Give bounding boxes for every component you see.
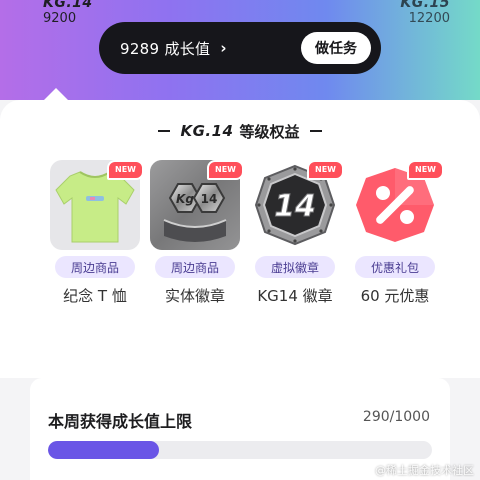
reward-item-physical-badge[interactable]: NEW Kg 14 周边商品 实体徽章 (150, 160, 244, 308)
benefits-title: KG.14 等级权益 (0, 120, 480, 142)
new-badge: NEW (107, 160, 144, 180)
reward-tag: 优惠礼包 (355, 256, 435, 278)
growth-value-text[interactable]: 9289 成长值 (120, 38, 210, 59)
chevron-right-icon[interactable]: › (220, 39, 226, 57)
reward-item-virtual-badge[interactable]: NEW 14 虚拟徽章 KG14 徽章 (250, 160, 344, 308)
svg-text:14: 14 (274, 189, 316, 224)
new-badge: NEW (307, 160, 344, 180)
weekly-limit-title: 本周获得成长值上限 (48, 412, 193, 431)
reward-tag: 虚拟徽章 (255, 256, 335, 278)
reward-label: 60 元优惠 (360, 287, 430, 305)
next-level-points: 12200 (408, 11, 450, 26)
current-level: KG.14 9200 (43, 0, 93, 25)
reward-item-tshirt[interactable]: NEW 周边商品 纪念 T 恤 (50, 160, 144, 308)
new-badge: NEW (207, 160, 244, 180)
growth-value-pill[interactable]: 9289 成长值 › 做任务 (99, 22, 381, 74)
current-level-name: KG.14 (43, 0, 93, 11)
weekly-limit-count: 290/1000 (362, 409, 430, 425)
weekly-progress-fill (48, 441, 160, 459)
watermark: @稀土掘金技术社区 (375, 464, 474, 477)
new-badge: NEW (407, 160, 444, 180)
reward-tag: 周边商品 (155, 256, 235, 278)
level-pointer-notch (43, 88, 69, 101)
next-level: KG.15 12200 (400, 0, 450, 25)
title-dash-right (309, 130, 322, 132)
reward-label: 纪念 T 恤 (63, 287, 127, 305)
title-dash-left (158, 130, 171, 132)
reward-label: KG14 徽章 (257, 287, 333, 305)
benefits-title-text: 等级权益 (239, 122, 300, 141)
reward-item-coupon[interactable]: NEW 优惠礼包 60 元优惠 (350, 160, 444, 308)
reward-tag: 周边商品 (55, 256, 135, 278)
weekly-progress-bar (48, 441, 432, 459)
do-tasks-button[interactable]: 做任务 (301, 32, 371, 64)
current-level-points: 9200 (43, 11, 77, 26)
benefits-level-name: KG.14 (180, 122, 234, 140)
svg-text:14: 14 (201, 192, 218, 206)
next-level-name: KG.15 (400, 0, 450, 11)
svg-text:Kg: Kg (176, 192, 194, 206)
reward-label: 实体徽章 (164, 287, 225, 305)
